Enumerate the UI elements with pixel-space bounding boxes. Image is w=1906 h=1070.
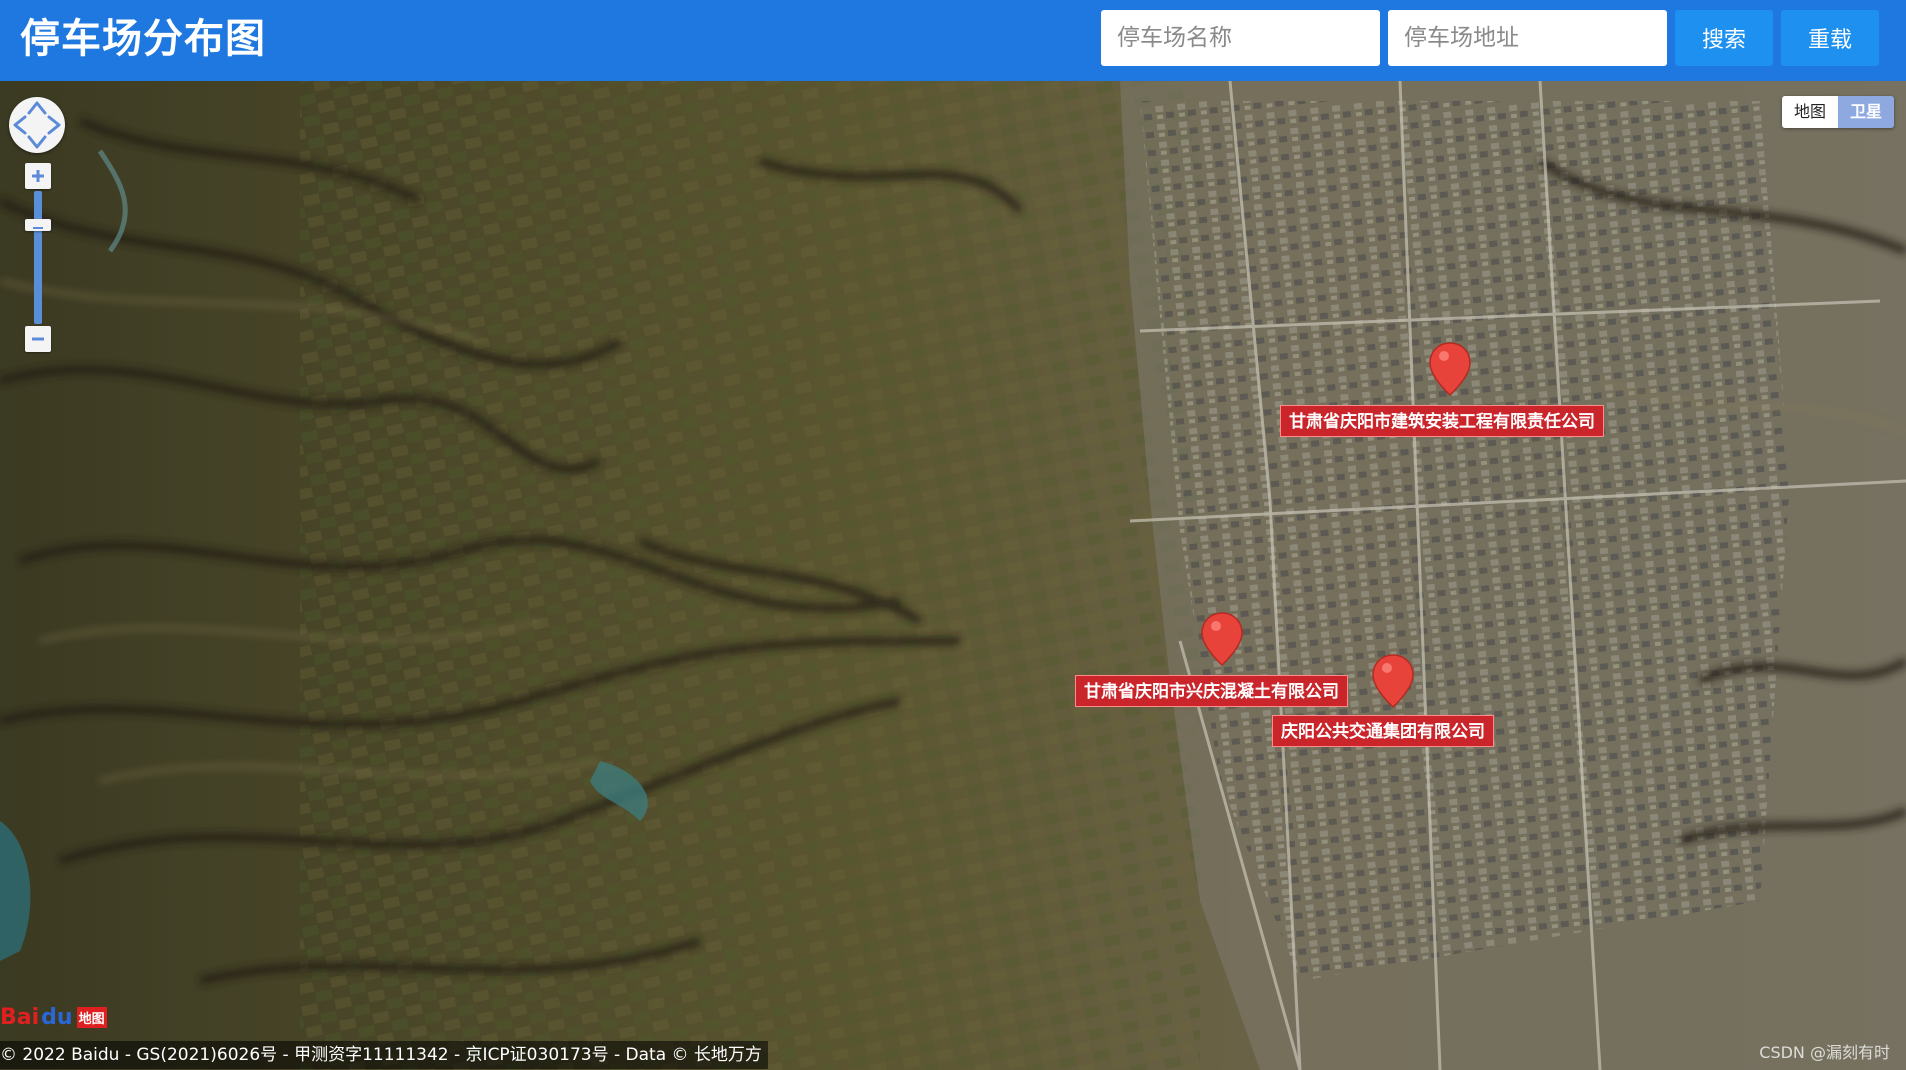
map-pin-icon <box>1429 342 1471 397</box>
map-copyright: © 2022 Baidu - GS(2021)6026号 - 甲测资字11111… <box>0 1041 768 1069</box>
plus-icon <box>32 170 44 182</box>
baidu-map-logo[interactable]: Bai du 地图 <box>0 997 107 1037</box>
map-type-normal[interactable]: 地图 <box>1782 96 1838 128</box>
marker-label: 庆阳公共交通集团有限公司 <box>1272 715 1494 747</box>
map-type-satellite[interactable]: 卫星 <box>1838 96 1894 128</box>
marker-label: 甘肃省庆阳市兴庆混凝土有限公司 <box>1075 675 1348 707</box>
map-pin-icon <box>1201 612 1243 667</box>
header-bar: 停车场分布图 搜索 重载 <box>0 0 1906 81</box>
page-title: 停车场分布图 <box>20 16 266 62</box>
map-type-toggle: 地图 卫星 <box>1782 96 1894 128</box>
map-pin-icon <box>1372 654 1414 709</box>
minus-icon <box>32 337 44 341</box>
paw-icon: du <box>41 1004 73 1030</box>
marker-label: 甘肃省庆阳市建筑安装工程有限责任公司 <box>1280 405 1604 437</box>
zoom-in-button[interactable] <box>25 163 51 189</box>
handle-grip-icon <box>33 227 43 229</box>
logo-map-word: 地图 <box>76 1006 107 1028</box>
zoom-slider-handle[interactable] <box>25 219 51 231</box>
map-imagery <box>0 81 1906 1070</box>
parking-name-input[interactable] <box>1101 10 1380 66</box>
parking-address-input[interactable] <box>1388 10 1667 66</box>
satellite-map[interactable]: 地图 卫星 甘肃省庆阳市建筑安装工程有限责任公司 甘肃省庆阳市兴庆混凝土有限公司 <box>0 81 1906 1070</box>
reset-button[interactable]: 重载 <box>1781 10 1879 66</box>
zoom-out-button[interactable] <box>25 326 51 352</box>
search-button[interactable]: 搜索 <box>1675 10 1773 66</box>
watermark: CSDN @漏刻有时 <box>1759 1043 1890 1062</box>
zoom-slider-track[interactable] <box>34 191 42 324</box>
logo-text: Bai <box>0 1004 40 1030</box>
pan-control[interactable] <box>9 97 65 153</box>
pan-arrows-icon <box>13 101 61 149</box>
